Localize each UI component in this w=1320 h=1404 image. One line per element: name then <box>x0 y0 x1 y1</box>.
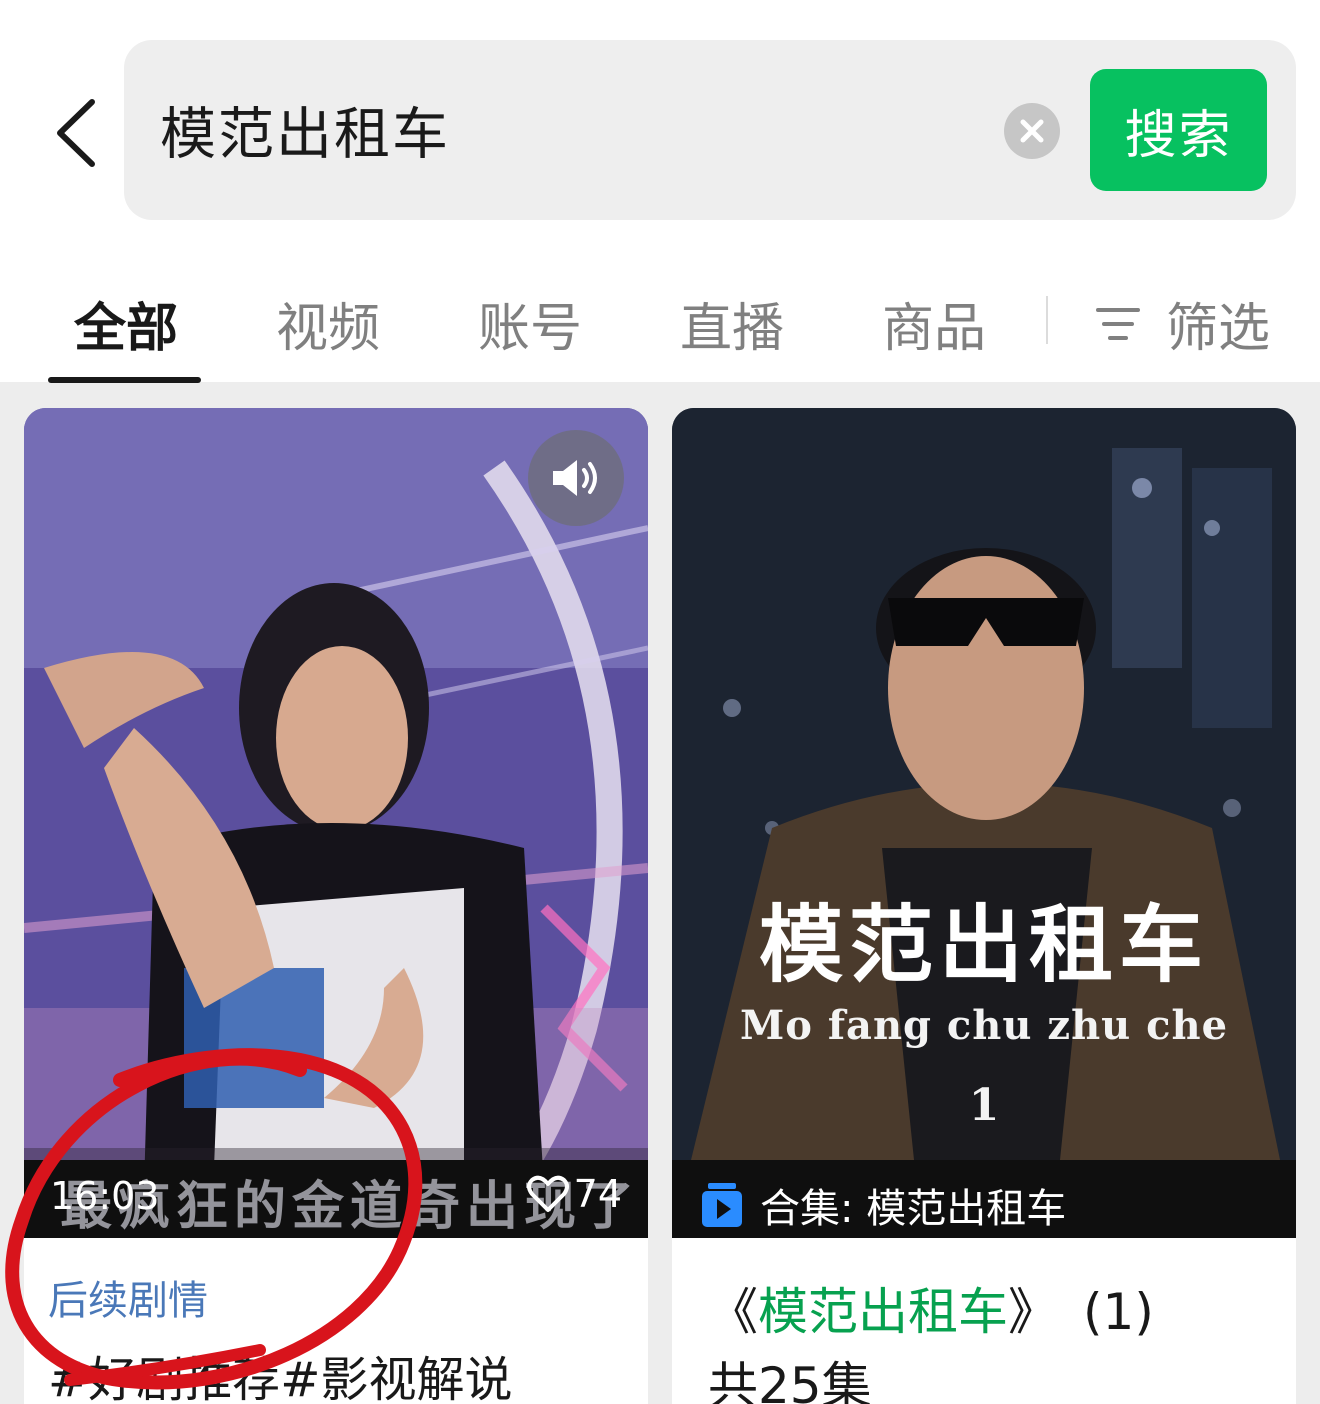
video-duration: 16:03 <box>50 1174 160 1218</box>
search-input[interactable]: 模范出租车 <box>160 90 450 171</box>
speaker-icon <box>553 460 597 496</box>
heart-icon <box>526 1175 569 1212</box>
tab-live[interactable]: 直播 <box>680 286 784 361</box>
like-count[interactable]: 74 <box>526 1172 622 1216</box>
video-thumbnail[interactable]: 最疯狂的金道奇出现了 16:03 74 <box>24 408 648 1238</box>
collection-thumbnail[interactable]: 模范出租车 Mo fang chu zhu che 1 合集: 模范出租车 <box>672 408 1296 1238</box>
poster-episode-number: 1 <box>968 1080 1000 1131</box>
back-button[interactable] <box>36 88 116 178</box>
clear-icon <box>1020 119 1044 143</box>
filter-label: 筛选 <box>1166 299 1271 359</box>
poster-title: 模范出租车 <box>758 896 1209 994</box>
tab-products[interactable]: 商品 <box>882 286 986 361</box>
chevron-left-icon <box>57 99 95 167</box>
search-header: 模范出租车 搜索 全部 视频 账号 直播 商品 筛选 <box>0 0 1320 383</box>
tab-accounts[interactable]: 账号 <box>478 286 582 361</box>
title-close: 》 (1) <box>1008 1283 1154 1341</box>
card-title: 《模范出租车》 (1) <box>708 1272 1154 1344</box>
search-box[interactable]: 模范出租车 搜索 <box>124 40 1296 220</box>
collection-label-text: 合集: 模范出租车 <box>760 1186 1067 1232</box>
filter-icon <box>1096 307 1140 340</box>
active-tab-indicator <box>48 377 201 383</box>
clear-button[interactable] <box>1004 103 1060 159</box>
filter-button[interactable]: 筛选 <box>1096 286 1270 361</box>
episode-count: 共25集 <box>708 1357 872 1404</box>
stage-background-art <box>24 408 648 1238</box>
collection-icon <box>702 1183 742 1227</box>
tab-divider <box>1046 296 1048 344</box>
video-card[interactable]: 最疯狂的金道奇出现了 16:03 74 后续剧情 #好剧推荐#影视解说 <box>24 408 648 1404</box>
collection-card[interactable]: 模范出租车 Mo fang chu zhu che 1 合集: 模范出租车 《模… <box>672 408 1296 1404</box>
tab-all[interactable]: 全部 <box>74 286 178 361</box>
card-tag[interactable]: 后续剧情 <box>48 1268 208 1326</box>
category-tabs: 全部 视频 账号 直播 商品 筛选 <box>0 270 1320 383</box>
title-open: 《 <box>708 1283 758 1341</box>
sound-button[interactable] <box>528 430 624 526</box>
tab-videos[interactable]: 视频 <box>276 286 380 361</box>
video-meta: 16:03 74 <box>24 1160 648 1238</box>
poster-pinyin: Mo fang chu zhu che <box>739 1002 1229 1049</box>
search-button[interactable]: 搜索 <box>1090 69 1267 191</box>
card-description: #好剧推荐#影视解说 <box>48 1352 513 1404</box>
like-count-value: 74 <box>573 1172 622 1216</box>
title-highlight: 模范出租车 <box>758 1283 1008 1341</box>
collection-label[interactable]: 合集: 模范出租车 <box>702 1176 1066 1234</box>
